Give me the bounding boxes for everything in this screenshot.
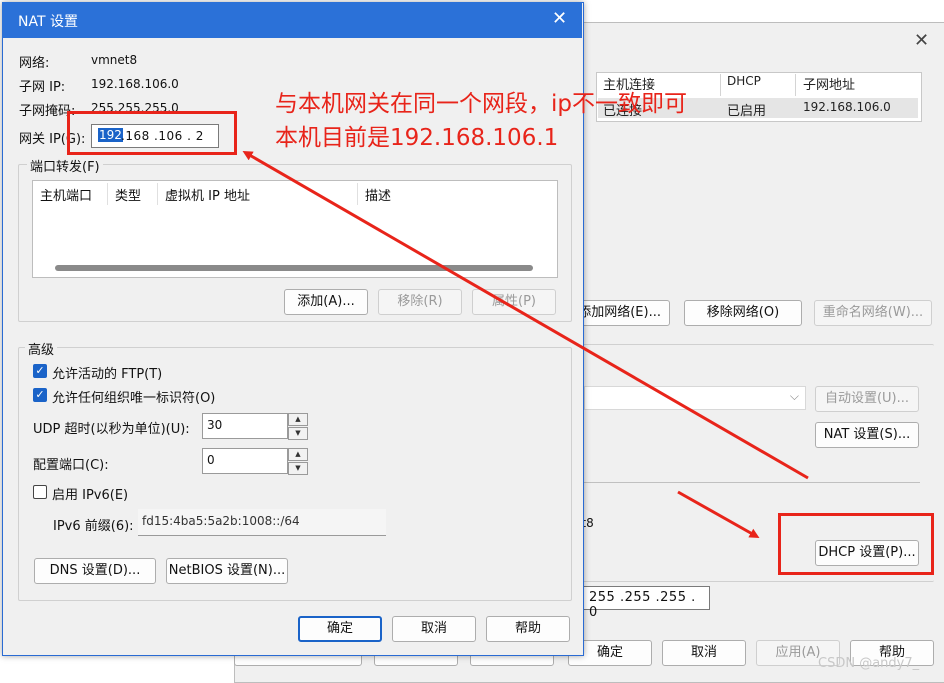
annotation-arrows — [242, 150, 809, 538]
arrow-to-gateway — [242, 150, 809, 480]
arrow-to-dhcp — [677, 490, 760, 538]
